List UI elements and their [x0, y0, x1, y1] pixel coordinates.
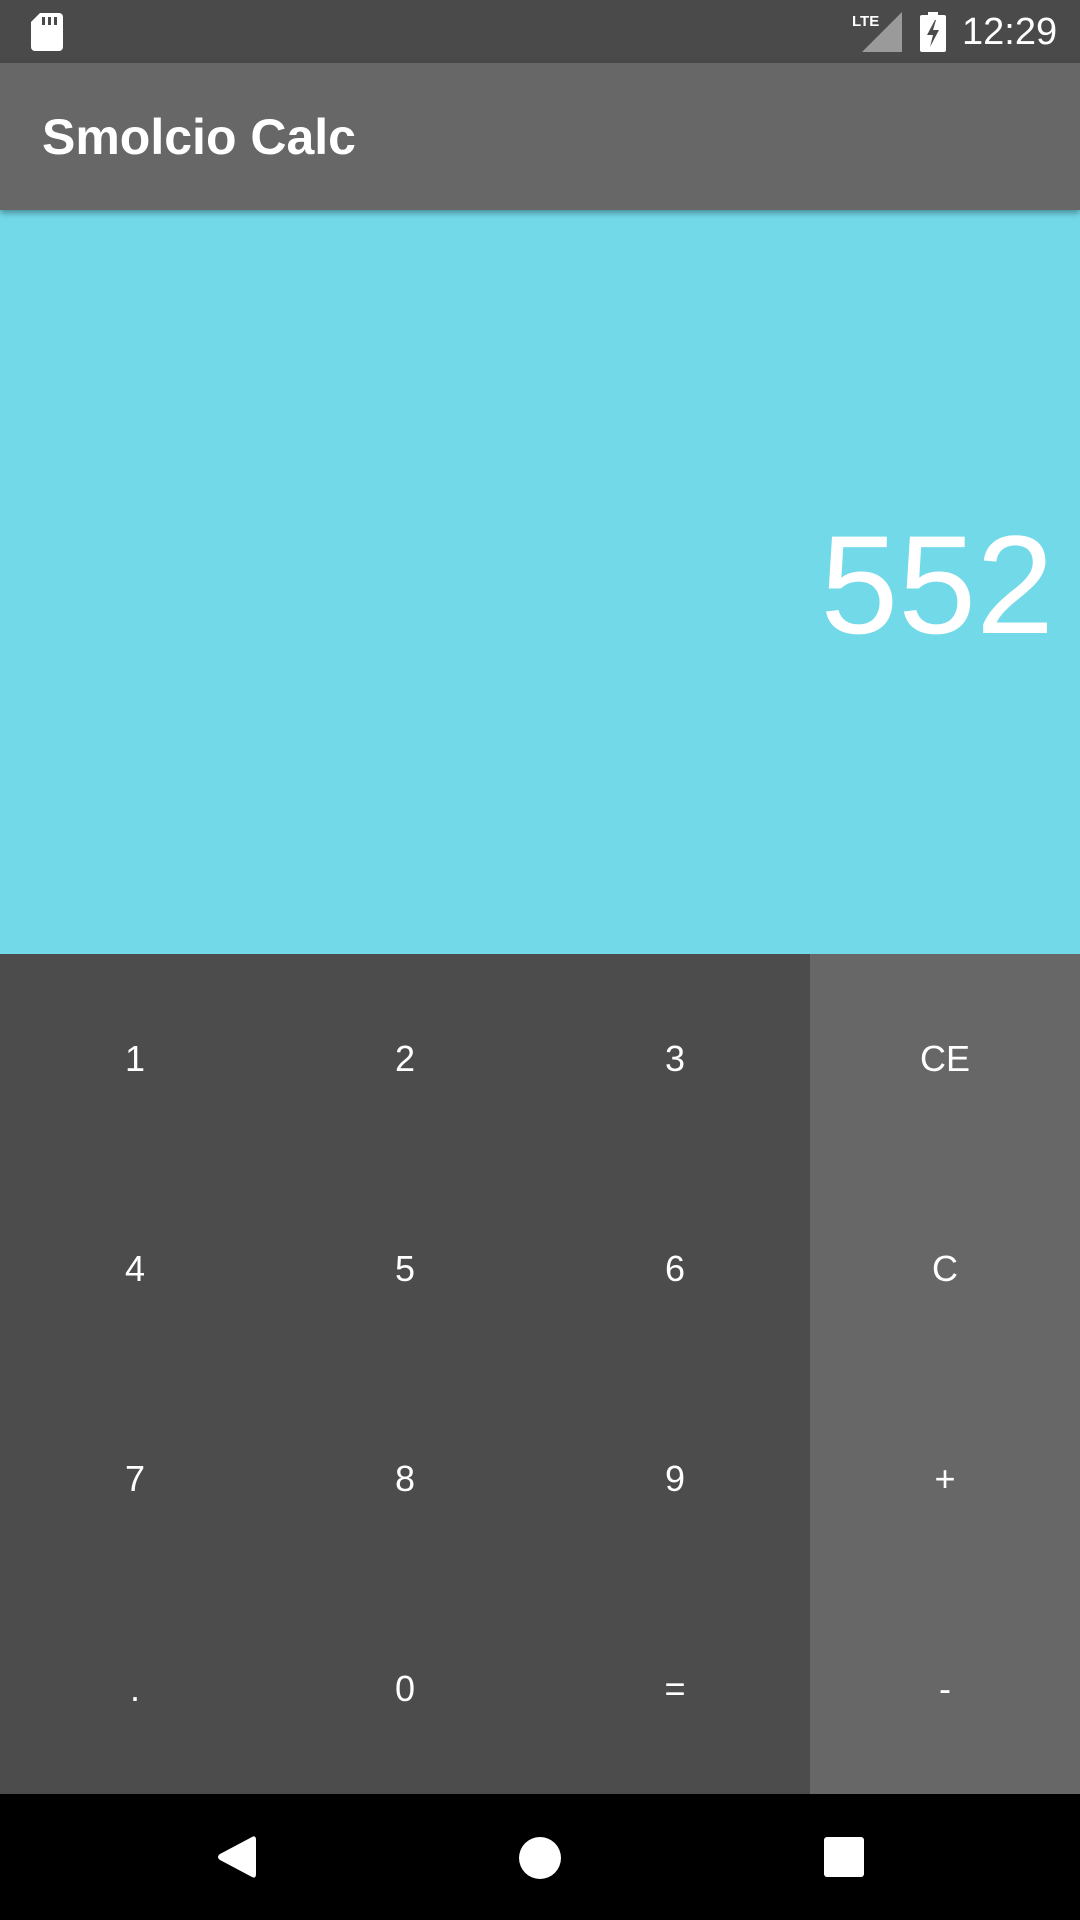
key-9-button[interactable]: 9	[540, 1374, 810, 1584]
app-title: Smolcio Calc	[42, 109, 356, 165]
app-bar: Smolcio Calc	[0, 63, 1080, 210]
clear-entry-button[interactable]: CE	[810, 954, 1080, 1164]
key-7-button[interactable]: 7	[0, 1374, 270, 1584]
key-6-button[interactable]: 6	[540, 1164, 810, 1374]
result-display: 552	[0, 210, 1080, 954]
keypad: 1 2 3 CE 4 5 6 C 7 8 9 + . 0 = -	[0, 954, 1080, 1794]
key-0-button[interactable]: 0	[270, 1584, 540, 1794]
svg-text:LTE: LTE	[852, 13, 879, 30]
equals-button[interactable]: =	[540, 1584, 810, 1794]
calculator-screen: LTE 12:29 Smolcio Calc 552 1 2 3 CE 4 5 …	[0, 0, 1080, 1920]
home-icon[interactable]	[518, 1836, 562, 1880]
status-clock: 12:29	[962, 11, 1058, 53]
key-1-button[interactable]: 1	[0, 954, 270, 1164]
key-8-button[interactable]: 8	[270, 1374, 540, 1584]
decimal-point-button[interactable]: .	[0, 1584, 270, 1794]
key-3-button[interactable]: 3	[540, 954, 810, 1164]
navigation-bar	[0, 1794, 1080, 1920]
key-4-button[interactable]: 4	[0, 1164, 270, 1374]
sd-card-icon	[31, 13, 63, 51]
key-2-button[interactable]: 2	[270, 954, 540, 1164]
recents-icon[interactable]	[823, 1836, 865, 1878]
display-value: 552	[820, 506, 1054, 663]
lte-signal-icon: LTE	[852, 12, 902, 52]
battery-charging-icon	[920, 12, 946, 52]
key-5-button[interactable]: 5	[270, 1164, 540, 1374]
back-icon[interactable]	[216, 1834, 256, 1880]
clear-button[interactable]: C	[810, 1164, 1080, 1374]
status-bar: LTE 12:29	[0, 0, 1080, 63]
minus-button[interactable]: -	[810, 1584, 1080, 1794]
plus-button[interactable]: +	[810, 1374, 1080, 1584]
